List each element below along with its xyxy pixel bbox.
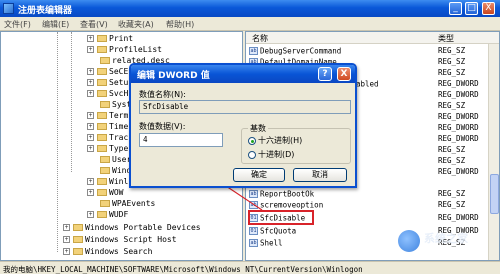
edit-dword-dialog: 编辑 DWORD 值 ? X 数值名称(N): SfcDisable 数值数据(… (129, 63, 357, 188)
dialog-title: 编辑 DWORD 值 (137, 71, 210, 81)
watermark-logo: 系统之家 (398, 228, 496, 258)
value-data-label: 数值数据(V): (139, 122, 186, 131)
ok-button[interactable]: 确定 (233, 168, 285, 182)
value-name-label: 数值名称(N): (139, 90, 186, 99)
cancel-button[interactable]: 取消 (293, 168, 347, 182)
dialog-title-bar[interactable]: 编辑 DWORD 值 ? X (131, 65, 355, 83)
value-data-input[interactable]: 4 (139, 133, 223, 147)
help-button[interactable]: ? (318, 67, 332, 81)
base-group: 基数 十六进制(H) 十进制(D) (241, 123, 351, 164)
watermark-text: 系统之家 (424, 232, 468, 245)
hex-radio[interactable]: 十六进制(H) (248, 135, 302, 146)
value-name-field: SfcDisable (139, 100, 351, 114)
base-group-label: 基数 (248, 123, 268, 134)
dialog-close-button[interactable]: X (337, 67, 351, 81)
watermark-globe-icon (398, 230, 420, 252)
radio-unselected-icon[interactable] (248, 150, 256, 159)
decimal-radio[interactable]: 十进制(D) (248, 149, 294, 160)
radio-selected-icon[interactable] (248, 136, 256, 145)
